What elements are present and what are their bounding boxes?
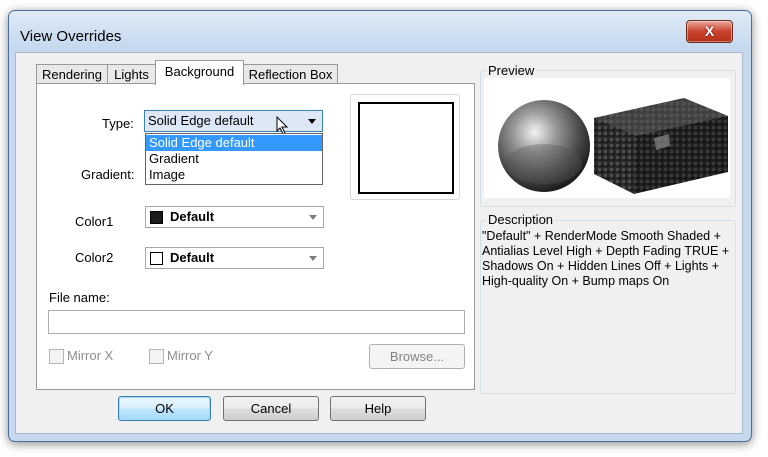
render-preview-image	[484, 78, 730, 198]
gradient-label: Gradient:	[81, 167, 135, 182]
mirror-x-checkbox[interactable]	[49, 349, 64, 364]
background-preview-frame	[350, 94, 460, 200]
mirror-x-label: Mirror X	[67, 348, 114, 363]
chevron-down-icon[interactable]	[305, 250, 321, 266]
description-group-title: Description	[486, 212, 556, 227]
description-text: "Default" + RenderMode Smooth Shaded + A…	[482, 229, 730, 288]
help-button[interactable]: Help	[330, 396, 426, 421]
preview-group-title: Preview	[486, 63, 537, 78]
background-preview-swatch	[358, 102, 454, 194]
option-gradient[interactable]: Gradient	[146, 151, 322, 167]
color1-label: Color1	[75, 214, 114, 229]
color2-label: Color2	[75, 250, 114, 265]
render-preview-graphic	[498, 98, 728, 194]
type-value: Solid Edge default	[148, 113, 254, 128]
file-name-label: File name:	[49, 290, 110, 305]
option-solid-edge-default[interactable]: Solid Edge default	[146, 135, 322, 151]
tab-background[interactable]: Background	[155, 60, 244, 85]
close-icon: X	[704, 23, 715, 39]
title-bar[interactable]: View Overrides X	[9, 11, 751, 51]
tab-lights[interactable]: Lights	[107, 64, 156, 84]
type-label: Type:	[102, 116, 134, 131]
tab-reflection-box[interactable]: Reflection Box	[243, 64, 338, 84]
ok-button[interactable]: OK	[118, 396, 211, 421]
type-combobox[interactable]: Solid Edge default	[144, 110, 323, 132]
color2-value: Default	[170, 250, 215, 265]
cancel-button[interactable]: Cancel	[223, 396, 319, 421]
tab-rendering[interactable]: Rendering	[36, 64, 108, 84]
mirror-y-checkbox[interactable]	[149, 349, 164, 364]
color1-swatch	[150, 211, 163, 224]
file-name-input[interactable]	[48, 310, 465, 334]
color2-swatch	[150, 252, 163, 265]
window-title: View Overrides	[20, 28, 122, 45]
chevron-down-icon[interactable]	[305, 209, 321, 225]
mirror-y-label: Mirror Y	[167, 348, 213, 363]
option-image[interactable]: Image	[146, 167, 322, 183]
color1-combobox[interactable]: Default	[145, 206, 324, 228]
chevron-down-icon[interactable]	[304, 113, 320, 129]
color2-combobox[interactable]: Default	[145, 247, 324, 269]
color1-value: Default	[170, 209, 215, 224]
close-button[interactable]: X	[686, 20, 733, 43]
browse-button[interactable]: Browse...	[369, 344, 465, 369]
type-dropdown-list: Solid Edge default Gradient Image	[145, 133, 323, 185]
